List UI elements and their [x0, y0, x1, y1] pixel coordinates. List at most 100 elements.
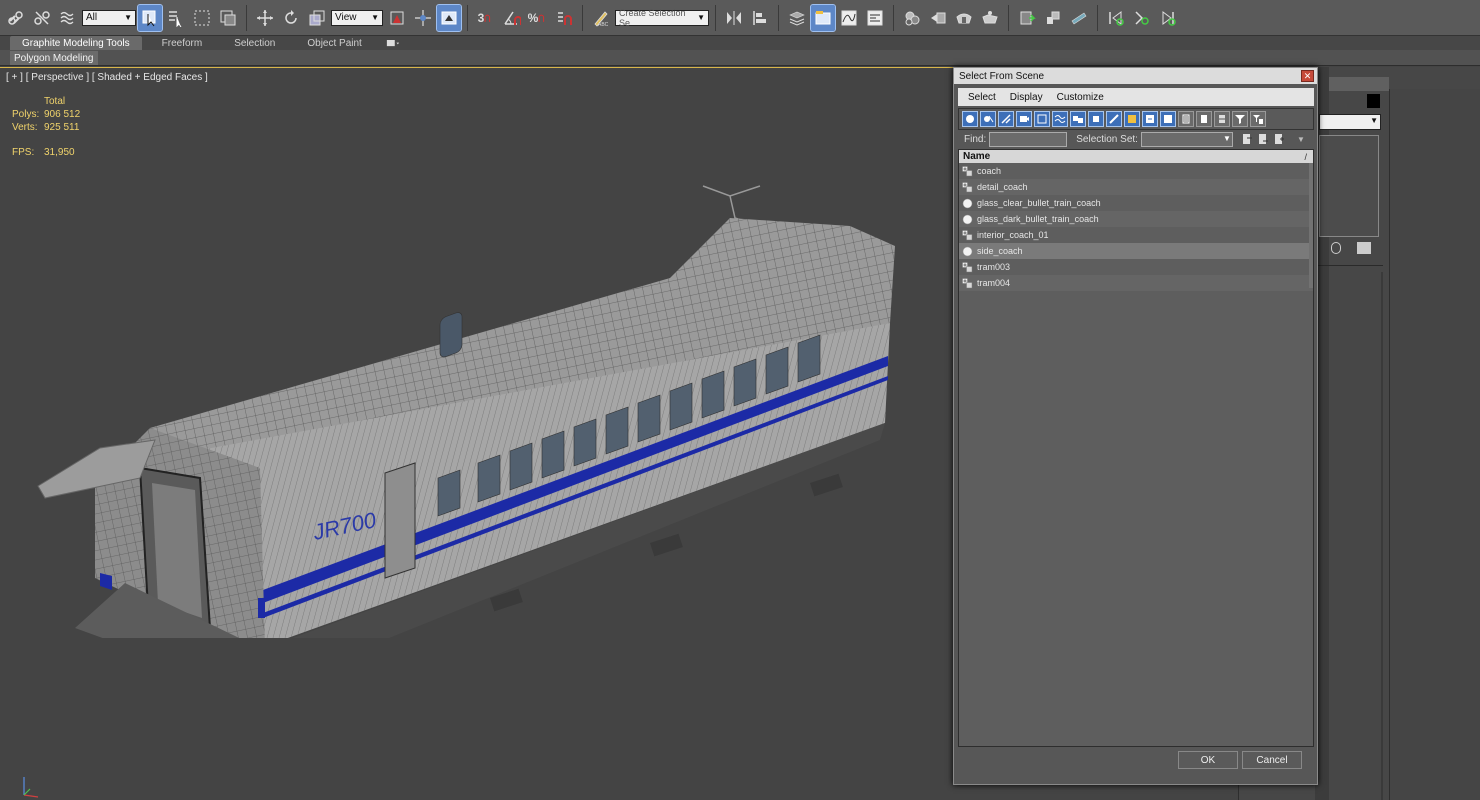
reference-coordinate-dropdown[interactable]: View ▼	[331, 9, 383, 26]
layer-manager-icon[interactable]	[785, 5, 809, 31]
schematic-view-icon[interactable]	[863, 5, 887, 31]
key-mode-previous-icon[interactable]	[1104, 5, 1128, 31]
list-item[interactable]: side_coach	[959, 243, 1313, 259]
compact-material-icon[interactable]	[1067, 5, 1091, 31]
selection-filter-value: All	[86, 12, 98, 23]
menu-customize[interactable]: Customize	[1057, 92, 1104, 103]
named-selection-sets-dropdown[interactable]: Create Selection Se ▼	[615, 8, 709, 28]
display-xrefs-icon[interactable]	[1088, 111, 1104, 127]
close-button[interactable]: ✕	[1301, 70, 1314, 82]
scale-icon[interactable]	[305, 5, 329, 31]
select-by-name-icon[interactable]	[164, 5, 188, 31]
filter-icon[interactable]	[1232, 111, 1248, 127]
scene-explorer-button[interactable]	[810, 3, 836, 32]
list-item[interactable]: tram004	[959, 275, 1313, 291]
curve-editor-icon[interactable]	[837, 5, 861, 31]
display-none-icon[interactable]	[1196, 111, 1212, 127]
mirror-icon[interactable]	[722, 5, 746, 31]
train-wireframe-model[interactable]: JR700	[30, 178, 910, 638]
command-panel-rollout	[1381, 272, 1383, 800]
display-groups-icon[interactable]	[1070, 111, 1086, 127]
color-swatch[interactable]	[1367, 94, 1380, 108]
rotate-icon[interactable]	[279, 5, 303, 31]
cancel-button[interactable]: Cancel	[1242, 751, 1302, 769]
window-crossing-icon[interactable]	[216, 5, 240, 31]
ok-button[interactable]: OK	[1178, 751, 1238, 769]
list-item[interactable]: coach	[959, 163, 1313, 179]
select-invert-icon[interactable]	[1271, 131, 1287, 147]
list-item[interactable]: glass_clear_bullet_train_coach	[959, 195, 1313, 211]
list-item[interactable]: tram003	[959, 259, 1313, 275]
container-icon[interactable]	[1015, 5, 1039, 31]
rendered-frame-window-icon[interactable]	[952, 5, 976, 31]
display-helpers-icon[interactable]	[1034, 111, 1050, 127]
find-input[interactable]	[989, 131, 1068, 147]
filter-options-icon[interactable]	[1250, 111, 1266, 127]
list-item-label: glass_dark_bullet_train_coach	[977, 214, 1099, 224]
select-object-button[interactable]	[137, 3, 163, 32]
percent-snap-icon[interactable]: %	[526, 5, 550, 31]
edit-named-selection-icon[interactable]: ABC	[589, 5, 613, 31]
dialog-menu-bar: Select Display Customize	[958, 88, 1314, 106]
geometry-object-icon	[962, 165, 973, 177]
tab-object-paint[interactable]: Object Paint	[295, 36, 373, 50]
select-none-icon[interactable]	[1255, 131, 1271, 147]
display-spacewarps-icon[interactable]	[1052, 111, 1068, 127]
polygon-modeling-button[interactable]: Polygon Modeling	[10, 51, 98, 65]
modifier-list-dropdown[interactable]: ▼	[1319, 114, 1381, 130]
keyboard-shortcut-override-button[interactable]	[436, 3, 462, 32]
list-item-label: tram003	[977, 262, 1011, 272]
modifier-stack-panel[interactable]	[1319, 135, 1379, 237]
configure-sets-icon[interactable]	[1357, 242, 1371, 254]
select-all-icon[interactable]	[1239, 131, 1255, 147]
column-header-name[interactable]: Name /	[959, 150, 1313, 163]
list-item[interactable]: glass_dark_bullet_train_coach	[959, 211, 1313, 227]
display-cameras-icon[interactable]	[1016, 111, 1032, 127]
rectangular-selection-icon[interactable]	[190, 5, 214, 31]
key-filter-icon[interactable]	[1130, 5, 1154, 31]
chevron-down-icon[interactable]: ▼	[1297, 135, 1305, 144]
object-rows: coach detail_coach glass_clear_bullet_trai…	[959, 163, 1313, 291]
display-geometry-icon[interactable]	[962, 111, 978, 127]
ribbon-options-icon[interactable]	[382, 36, 404, 50]
display-hidden-icon[interactable]	[1160, 111, 1176, 127]
tab-graphite-modeling-tools[interactable]: Graphite Modeling Tools	[10, 36, 142, 50]
list-item[interactable]: interior_coach_01	[959, 227, 1313, 243]
spinner-snap-icon[interactable]	[552, 5, 576, 31]
tab-freeform[interactable]: Freeform	[150, 36, 215, 50]
key-mode-next-icon[interactable]	[1156, 5, 1180, 31]
move-icon[interactable]	[253, 5, 277, 31]
invert-display-icon[interactable]	[1214, 111, 1230, 127]
viewport-label[interactable]: [ + ] [ Perspective ] [ Shaded + Edged F…	[6, 72, 208, 83]
snaps-toggle-icon[interactable]: 3	[474, 5, 498, 31]
geometry-object-icon	[962, 277, 973, 289]
bind-spacewarp-icon[interactable]	[56, 5, 80, 31]
angle-snap-icon[interactable]	[500, 5, 524, 31]
display-bones-icon[interactable]	[1106, 111, 1122, 127]
display-shapes-icon[interactable]	[980, 111, 996, 127]
tab-selection[interactable]: Selection	[222, 36, 287, 50]
pin-stack-icon[interactable]	[1331, 242, 1341, 254]
menu-select[interactable]: Select	[968, 92, 996, 103]
align-icon[interactable]	[748, 5, 772, 31]
list-scrollbar[interactable]	[1309, 163, 1313, 288]
display-lights-icon[interactable]	[998, 111, 1014, 127]
render-production-icon[interactable]	[978, 5, 1002, 31]
material-editor-icon[interactable]	[900, 5, 924, 31]
dialog-filter-toolbar	[958, 108, 1314, 130]
display-all-icon[interactable]	[1178, 111, 1194, 127]
selection-filter-dropdown[interactable]: All ▼	[82, 9, 136, 26]
pivot-center-icon[interactable]	[385, 5, 409, 31]
render-setup-icon[interactable]	[926, 5, 950, 31]
link-icon[interactable]	[4, 5, 28, 31]
state-sets-icon[interactable]	[1041, 5, 1065, 31]
selection-set-dropdown[interactable]: ▼	[1140, 131, 1233, 147]
menu-display[interactable]: Display	[1010, 92, 1043, 103]
dialog-title-bar[interactable]: Select From Scene ✕	[954, 68, 1317, 84]
object-list[interactable]: Name / coach detail_coach glass_clear_bull…	[958, 149, 1314, 747]
unlink-icon[interactable]	[30, 5, 54, 31]
display-frozen-icon[interactable]	[1142, 111, 1158, 127]
select-manipulate-icon[interactable]	[411, 5, 435, 31]
display-containers-icon[interactable]	[1124, 111, 1140, 127]
list-item[interactable]: detail_coach	[959, 179, 1313, 195]
